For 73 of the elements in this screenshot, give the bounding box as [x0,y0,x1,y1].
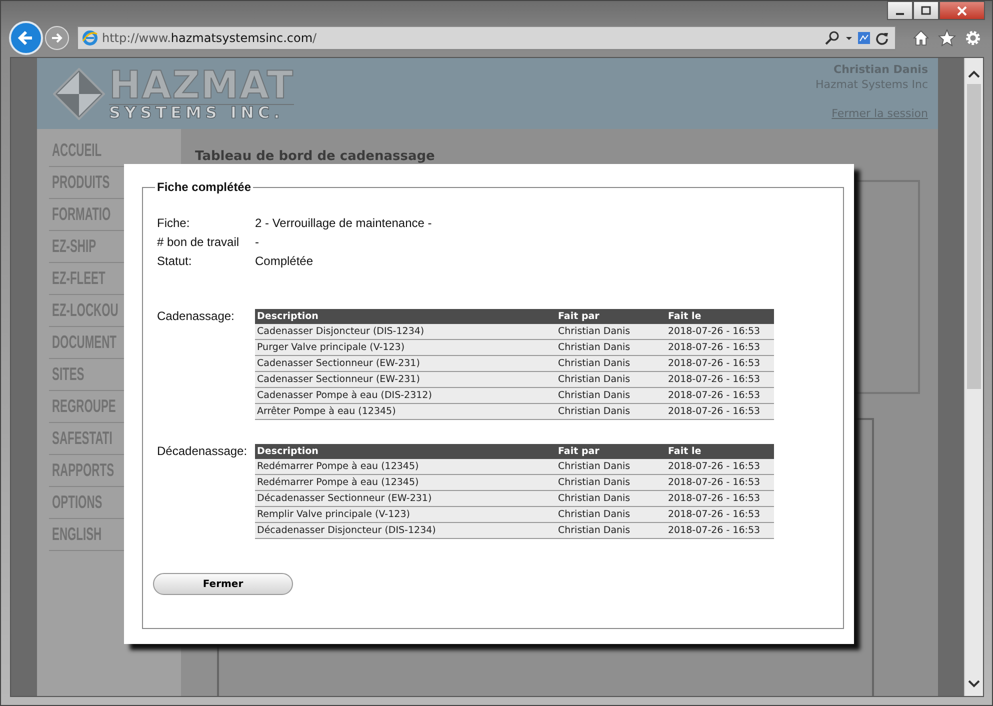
column-header: Fait le [666,309,774,324]
search-icon[interactable] [825,31,841,45]
forward-button[interactable] [45,26,69,50]
table-cell: Christian Danis [556,490,666,506]
table-cell: 2018-07-26 - 16:53 [666,356,774,372]
back-button[interactable] [9,21,43,55]
minimize-icon [896,12,904,14]
table-cell: Christian Danis [556,459,666,474]
logo-icon [53,68,105,120]
field-value: 2 - Verrouillage de maintenance - [255,216,433,231]
scrollbar[interactable] [964,58,983,696]
column-header: Description [255,309,556,324]
table-label: Décadenassage: [157,444,248,460]
table-cell: Décadenasser Sectionneur (EW-231) [255,490,556,506]
home-icon[interactable] [912,29,930,47]
table-cell: Redémarrer Pompe à eau (12345) [255,459,556,474]
table-cell: Christian Danis [556,372,666,388]
settings-icon[interactable] [964,29,982,47]
scroll-down-icon[interactable] [968,680,980,688]
table-cell: 2018-07-26 - 16:53 [666,474,774,490]
section-legend: Fiche complétée [155,180,254,194]
field-value: - [255,235,260,250]
table-cell: Cadenasser Sectionneur (EW-231) [255,372,556,388]
column-header: Fait par [556,309,666,324]
column-header: Fait le [666,444,774,459]
logo-subtitle: SYSTEMS INC. [109,104,294,121]
table-cell: Christian Danis [556,388,666,404]
table-cell: Redémarrer Pompe à eau (12345) [255,474,556,490]
table-cell: Christian Danis [556,522,666,538]
table-cell: Arrêter Pompe à eau (12345) [255,404,556,420]
url-text: http://www.hazmatsystemsinc.com/ [102,31,318,45]
table-cell: Décadenasser Disjoncteur (DIS-1234) [255,522,556,538]
page-title: Tableau de bord de cadenassage [195,149,436,164]
field-value: Complétée [255,254,314,269]
table-cell: 2018-07-26 - 16:53 [666,459,774,474]
forward-arrow-icon [50,31,64,45]
table-cell: Christian Danis [556,404,666,420]
table-cell: 2018-07-26 - 16:53 [666,404,774,420]
browser-logo-icon [82,30,98,46]
table-cell: Christian Danis [556,340,666,356]
scroll-up-icon[interactable] [968,70,980,78]
close-dialog-button[interactable]: Fermer [153,573,293,595]
table-cell: 2018-07-26 - 16:53 [666,506,774,522]
table-cell: Christian Danis [556,324,666,340]
table-cell: Christian Danis [556,506,666,522]
table-cell: 2018-07-26 - 16:53 [666,388,774,404]
table-cell: Christian Danis [556,474,666,490]
address-bar[interactable]: http://www.hazmatsystemsinc.com/ [77,26,896,50]
table-cell: Cadenasser Disjoncteur (DIS-1234) [255,324,556,340]
table-label: Cadenassage: [157,309,236,325]
table-cell: 2018-07-26 - 16:53 [666,340,774,356]
close-button[interactable] [939,1,985,20]
column-header: Description [255,444,556,459]
field-label: # bon de travail [157,235,240,250]
table-cell: 2018-07-26 - 16:53 [666,490,774,506]
table-cell: 2018-07-26 - 16:53 [666,522,774,538]
maximize-button[interactable] [913,1,939,20]
field-label: Statut: [157,254,193,269]
compatibility-icon[interactable] [857,31,871,45]
table-cell: Purger Valve principale (V-123) [255,340,556,356]
star-icon[interactable] [938,29,956,47]
maximize-icon [920,6,932,16]
table-cell: Cadenasser Sectionneur (EW-231) [255,356,556,372]
table-cell: 2018-07-26 - 16:53 [666,324,774,340]
refresh-icon[interactable] [875,31,889,45]
table-cell: Remplir Valve principale (V-123) [255,506,556,522]
table-cell: 2018-07-26 - 16:53 [666,372,774,388]
close-icon [956,6,968,16]
column-header: Fait par [556,444,666,459]
minimize-button[interactable] [887,1,913,20]
field-label: Fiche: [157,216,191,231]
table-cell: Cadenasser Pompe à eau (DIS-2312) [255,388,556,404]
table-cell: Christian Danis [556,356,666,372]
